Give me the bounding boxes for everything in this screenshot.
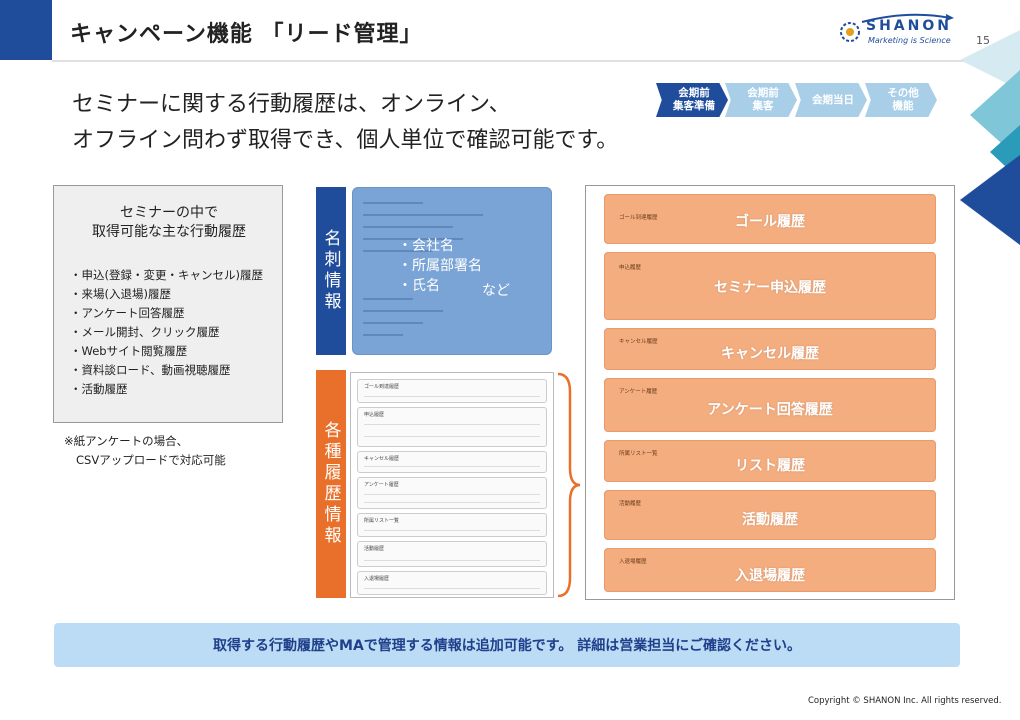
history-bar-label: セミナー申込履歴: [714, 280, 826, 296]
list-item: アンケート回答履歴: [70, 304, 263, 323]
history-bar-sub: 申込履歴: [619, 265, 642, 271]
thumb-row: [364, 588, 540, 589]
history-bar-seminar-application: 申込履歴 セミナー申込履歴: [604, 252, 936, 320]
curly-brace-icon: [557, 372, 581, 598]
list-item: Webサイト閲覧履歴: [70, 342, 263, 361]
behavior-history-title-line-1: セミナーの中で: [120, 205, 218, 221]
thumb-row: [364, 502, 540, 503]
form-line: [363, 202, 423, 204]
history-thumb-title: 所属リスト一覧: [364, 518, 400, 524]
thumb-row: [364, 436, 540, 437]
history-thumb: 所属リスト一覧: [357, 513, 547, 537]
history-bar-sub: 入退場履歴: [619, 559, 647, 565]
list-item: メール開封、クリック履歴: [70, 323, 263, 342]
history-thumb: キャンセル履歴: [357, 451, 547, 473]
history-bar-label: 活動履歴: [742, 512, 798, 528]
list-item: 来場(入退場)履歴: [70, 285, 263, 304]
thumb-row: [364, 424, 540, 425]
history-bar-label: アンケート回答履歴: [707, 402, 833, 418]
phase-step-event-day: 会期当日: [795, 83, 867, 117]
behavior-history-title-line-2: 取得可能な主な行動履歴: [92, 223, 246, 240]
form-line: [363, 214, 483, 216]
history-thumb-title: キャンセル履歴: [364, 456, 400, 462]
history-thumb: 活動履歴: [357, 541, 547, 567]
history-screenshot: ゴール到達履歴 申込履歴 キャンセル履歴 アンケート履歴 所属リスト一覧 活動履…: [350, 372, 554, 598]
thumb-row: [364, 396, 540, 397]
paper-survey-note-line-2: CSVアップロードで対応可能: [76, 453, 226, 467]
history-thumb-title: 活動履歴: [364, 546, 385, 552]
logo-wordmark: SHANON: [866, 18, 952, 34]
phase-step-pre-event-prep: 会期前 集客準備: [656, 83, 728, 117]
history-bar-label: キャンセル履歴: [721, 346, 819, 362]
form-line: [363, 322, 423, 324]
history-thumb: アンケート履歴: [357, 477, 547, 509]
logo-tagline: Marketing is Science: [868, 36, 951, 45]
card-fields-list: ・会社名 ・所属部署名 ・氏名: [398, 236, 482, 296]
header-divider: [52, 60, 1020, 62]
phase-step-label: 会期当日: [812, 93, 854, 106]
paper-survey-note-line-1: ※紙アンケートの場合、: [64, 434, 189, 448]
history-bar-survey: アンケート履歴 アンケート回答履歴: [604, 378, 936, 432]
form-line: [363, 334, 403, 336]
card-field-name: ・氏名: [398, 278, 440, 294]
phase-step-other-features: その他 機能: [865, 83, 937, 117]
history-thumb: ゴール到達履歴: [357, 379, 547, 403]
form-line: [363, 298, 413, 300]
slide-title: キャンペーン機能 「リード管理」: [70, 22, 423, 47]
history-bar-list: 所属リスト一覧 リスト履歴: [604, 440, 936, 482]
phase-step-label: 会期前 集客: [747, 87, 779, 112]
lead-text-line-1: セミナーに関する行動履歴は、オンライン、: [72, 92, 511, 117]
history-thumb-title: アンケート履歴: [364, 482, 399, 488]
history-bar-label: リスト履歴: [735, 458, 805, 474]
history-thumb-title: 申込履歴: [364, 412, 385, 418]
history-thumb: 入退場履歴: [357, 571, 547, 595]
list-item: 申込(登録・変更・キャンセル)履歴: [70, 266, 263, 285]
history-bar-activity: 活動履歴 活動履歴: [604, 490, 936, 540]
history-bar-entry-exit: 入退場履歴 入退場履歴: [604, 548, 936, 592]
history-thumb-title: ゴール到達履歴: [364, 384, 400, 390]
history-thumb: 申込履歴: [357, 407, 547, 447]
card-fields-etc: など: [482, 283, 510, 299]
list-item: 活動履歴: [70, 380, 263, 399]
form-line: [363, 226, 453, 228]
history-bar-goal: ゴール到達履歴 ゴール履歴: [604, 194, 936, 244]
history-thumb-title: 入退場履歴: [364, 576, 390, 582]
thumb-row: [364, 466, 540, 467]
header-accent-bar: [0, 0, 52, 60]
phase-step-label: その他 機能: [887, 87, 919, 112]
decorative-triangles: [960, 30, 1020, 245]
list-item: 資料談ロード、動画視聴履歴: [70, 361, 263, 380]
thumb-row: [364, 560, 540, 561]
history-info-label: 各種履歴情報: [316, 370, 346, 598]
thumb-row: [364, 530, 540, 531]
behavior-history-box: セミナーの中で 取得可能な主な行動履歴 申込(登録・変更・キャンセル)履歴 来場…: [53, 185, 283, 423]
history-bar-cancel: キャンセル履歴 キャンセル履歴: [604, 328, 936, 370]
card-field-department: ・所属部署名: [398, 258, 482, 274]
form-line: [363, 310, 443, 312]
copyright-text: Copyright © SHANON Inc. All rights reser…: [808, 696, 1002, 706]
history-bar-label: ゴール履歴: [735, 214, 805, 230]
history-bar-sub: アンケート履歴: [619, 389, 658, 395]
info-banner: 取得する行動履歴やMAで管理する情報は追加可能です。 詳細は営業担当にご確認くだ…: [54, 623, 960, 667]
business-card-info-label: 名刺情報: [316, 187, 346, 355]
lead-text-line-2: オフライン問わず取得でき、個人単位で確認可能です。: [72, 128, 619, 153]
history-bar-sub: 活動履歴: [619, 501, 642, 507]
history-bar-label: 入退場履歴: [735, 568, 805, 584]
thumb-row: [364, 494, 540, 495]
phase-step-pre-event-promotion: 会期前 集客: [725, 83, 797, 117]
card-field-company: ・会社名: [398, 238, 454, 254]
behavior-history-list: 申込(登録・変更・キャンセル)履歴 来場(入退場)履歴 アンケート回答履歴 メー…: [70, 266, 263, 399]
phase-step-label: 会期前 集客準備: [673, 87, 715, 112]
behavior-history-title: セミナーの中で 取得可能な主な行動履歴: [54, 204, 284, 242]
history-detail-panel: ゴール到達履歴 ゴール履歴 申込履歴 セミナー申込履歴 キャンセル履歴 キャンセ…: [585, 185, 955, 600]
